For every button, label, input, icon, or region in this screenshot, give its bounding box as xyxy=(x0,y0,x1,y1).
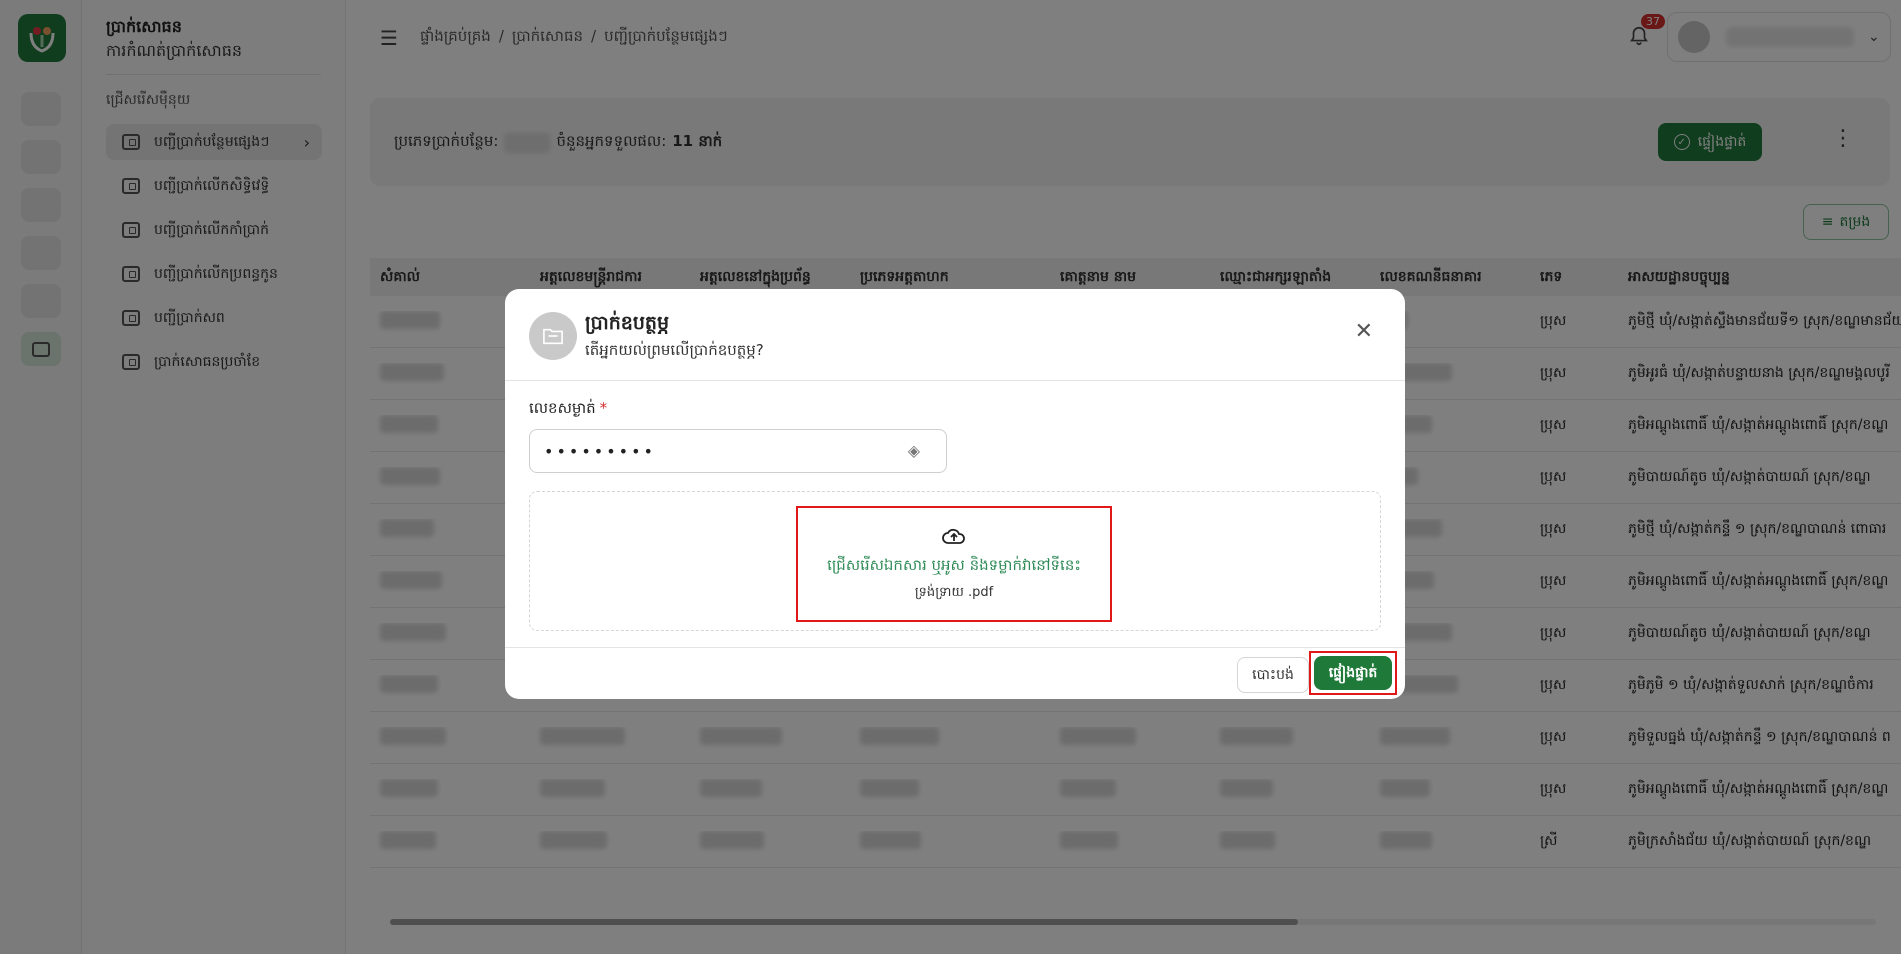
pin-field[interactable]: ••••••••• ◈ xyxy=(529,429,947,473)
dropzone-format-hint: ទ្រង់ទ្រាយ .pdf xyxy=(914,584,994,600)
dialog-title: ប្រាក់ឧបត្ថម្ភ xyxy=(585,312,670,334)
pin-value: ••••••••• xyxy=(544,441,656,461)
toggle-visibility-icon[interactable]: ◈ xyxy=(908,441,920,460)
allowance-dialog: ប្រាក់ឧបត្ថម្ភ តើអ្នកយល់ព្រមលើប្រាក់ឧបត្… xyxy=(505,289,1405,699)
confirm-button-highlight: ផ្ទៀងផ្ទាត់ xyxy=(1309,651,1397,695)
cloud-upload-icon xyxy=(942,526,966,550)
dropzone-instruction: ជ្រើសរើសឯកសារ ឬអូស និងទម្លាក់វានៅទីនេះ xyxy=(827,555,1081,574)
file-dropzone[interactable]: ជ្រើសរើសឯកសារ ឬអូស និងទម្លាក់វានៅទីនេះ ទ… xyxy=(529,491,1381,631)
required-marker: * xyxy=(599,399,608,417)
dialog-subtitle: តើអ្នកយល់ព្រមលើប្រាក់ឧបត្ថម្ភ? xyxy=(585,341,764,359)
dropzone-highlight[interactable]: ជ្រើសរើសឯកសារ ឬអូស និងទម្លាក់វានៅទីនេះ ទ… xyxy=(796,506,1112,622)
cancel-button[interactable]: បោះបង់ xyxy=(1237,657,1309,693)
pin-field-label: លេខសម្ងាត់ * xyxy=(529,399,607,421)
close-icon[interactable]: ✕ xyxy=(1355,319,1373,344)
confirm-button[interactable]: ផ្ទៀងផ្ទាត់ xyxy=(1314,656,1392,690)
dialog-header: ប្រាក់ឧបត្ថម្ភ តើអ្នកយល់ព្រមលើប្រាក់ឧបត្… xyxy=(505,289,1405,381)
folder-icon xyxy=(529,312,577,360)
dialog-footer-divider xyxy=(505,647,1405,648)
pin-label-text: លេខសម្ងាត់ xyxy=(529,399,596,417)
